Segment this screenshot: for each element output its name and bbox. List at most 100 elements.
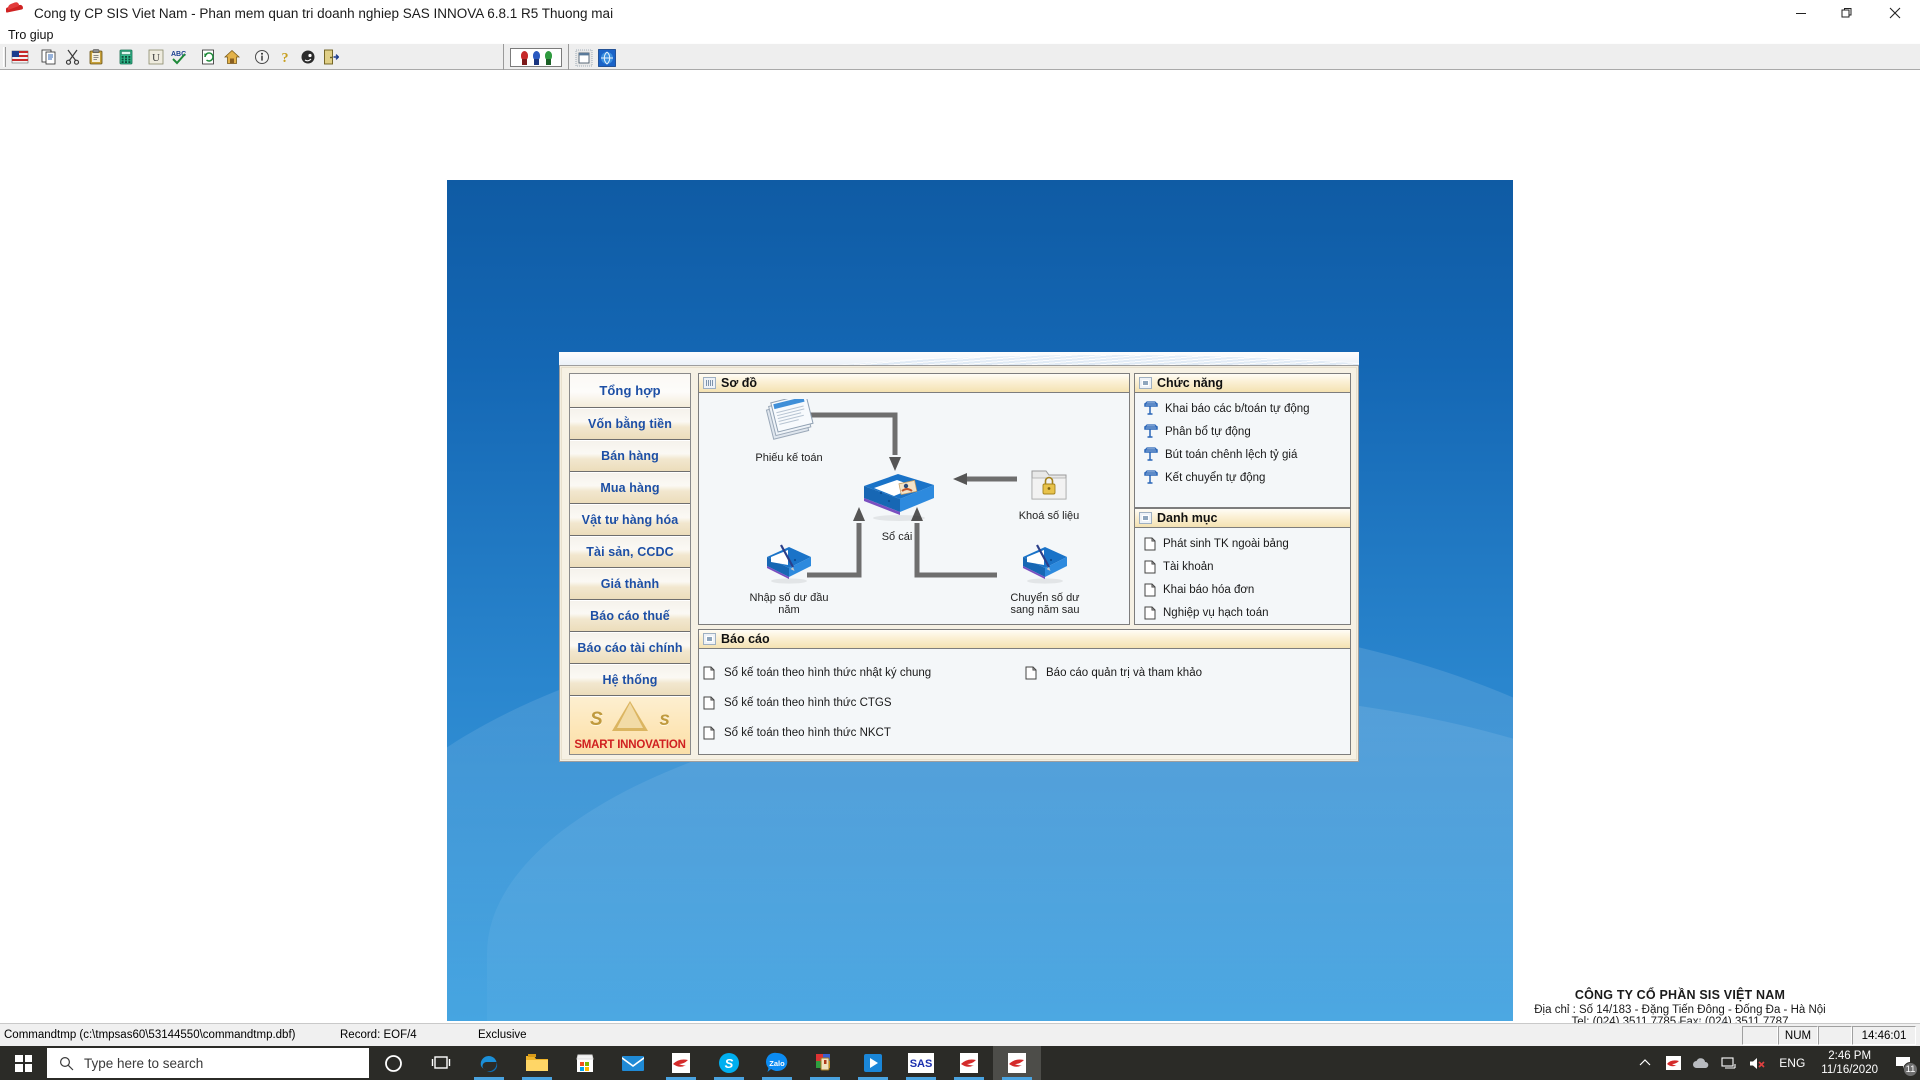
refresh-page-icon[interactable] [198,46,219,67]
task-view-button[interactable] [417,1046,465,1080]
three-bulbs-icon[interactable] [510,48,562,67]
taskbar-file-explorer[interactable] [513,1046,561,1080]
close-button[interactable] [1870,0,1920,26]
status-bar: Commandtmp (c:\tmpsas60\53144550\command… [0,1023,1920,1046]
task-view-icon [431,1056,451,1069]
start-button[interactable] [0,1046,47,1080]
sidebar-item-he-thong[interactable]: Hệ thống [570,664,690,696]
taskbar-edge[interactable] [465,1046,513,1080]
globe-icon[interactable] [596,47,617,68]
sidebar-item-bao-cao-tai-chinh[interactable]: Báo cáo tài chính [570,632,690,664]
taskbar-store[interactable] [561,1046,609,1080]
taskbar-zalo[interactable]: Zalo [753,1046,801,1080]
diagram-panel-header: Sơ đồ [699,374,1129,393]
diagram-node-chuyen-so-du-sang-nam-sau[interactable]: Chuyển số dư sang năm sau [987,541,1103,616]
minimize-button[interactable] [1778,0,1824,26]
taskbar-video-player[interactable] [849,1046,897,1080]
menu-item-help[interactable]: Tro giup [5,28,56,42]
diagram-node-phieu-ke-toan[interactable]: Phiếu kế toán [734,393,844,464]
tray-volume-muted-icon[interactable] [1743,1046,1771,1080]
sidebar-item-vat-tu-hang-hoa[interactable]: Vật tư hàng hóa [570,504,690,536]
sidebar-item-label: Hệ thống [602,673,658,687]
info-circle-icon[interactable] [251,46,272,67]
report-so-ke-toan-ctgs[interactable]: Sổ kế toán theo hình thức CTGS [703,688,931,718]
taskbar-sis-1[interactable] [657,1046,705,1080]
home-icon[interactable] [221,46,242,67]
function-ket-chuyen-tu-dong[interactable]: Kết chuyển tự động [1135,466,1350,489]
taskbar-mail[interactable] [609,1046,657,1080]
tray-clock[interactable]: 2:46 PM 11/16/2020 [1813,1046,1886,1080]
catalog-khai-bao-hoa-don[interactable]: Khai báo hóa đơn [1135,578,1350,601]
cortana-button[interactable] [369,1046,417,1080]
documents-icon [765,393,814,440]
mail-icon [622,1056,644,1071]
taskbar-sis-3[interactable] [993,1046,1041,1080]
calculator-icon[interactable] [115,46,136,67]
module-sidebar: Tổng hợp Vốn bằng tiền Bán hàng Mua hàng… [569,373,691,755]
search-placeholder: Type here to search [84,1055,204,1071]
function-but-toan-chenh-lech-ty-gia[interactable]: Bút toán chênh lệch tỷ giá [1135,443,1350,466]
clipboard-icon[interactable] [85,46,106,67]
diagram-node-so-cai[interactable]: Sổ cái [847,468,947,543]
diagram-node-nhap-so-du-dau-nam[interactable]: Nhập số dư đầu năm [731,541,847,616]
diagram-node-label: Phiếu kế toán [755,452,823,464]
tray-sis-icon[interactable] [1659,1046,1687,1080]
sidebar-item-tong-hop[interactable]: Tổng hợp [570,374,690,408]
copy-icon[interactable] [39,46,60,67]
tray-language-indicator[interactable]: ENG [1771,1056,1813,1070]
function-label: Phân bổ tự động [1165,425,1251,438]
catalog-label: Phát sinh TK ngoài bảng [1163,537,1289,550]
function-phan-bo-tu-dong[interactable]: Phân bổ tự động [1135,420,1350,443]
scissors-icon[interactable] [62,46,83,67]
catalog-label: Nghiệp vụ hạch toán [1163,606,1269,619]
maximize-restore-button[interactable] [1824,0,1870,26]
sidebar-item-von-bang-tien[interactable]: Vốn bằng tiền [570,408,690,440]
function-khai-bao-but-toan-tu-dong[interactable]: Khai báo các b/toán tự động [1135,397,1350,420]
action-center-button[interactable]: 11 [1886,1046,1920,1080]
taskbar-sis-2[interactable] [945,1046,993,1080]
sidebar-item-gia-thanh[interactable]: Giá thành [570,568,690,600]
hammer-icon [1144,424,1158,439]
application-titlebar[interactable]: Cong ty CP SIS Viet Nam - Phan mem quan … [0,0,1920,26]
catalog-tai-khoan[interactable]: Tài khoản [1135,555,1350,578]
tray-chevron-up-icon[interactable] [1631,1046,1659,1080]
catalog-phat-sinh-tk-ngoai-bang[interactable]: Phát sinh TK ngoài bảng [1135,532,1350,555]
letter-u-icon[interactable]: U [145,46,166,67]
report-so-ke-toan-nhat-ky-chung[interactable]: Sổ kế toán theo hình thức nhật ký chung [703,658,931,688]
edge-icon [480,1055,498,1073]
taskbar-sas[interactable]: SAS [897,1046,945,1080]
toolbar-grip[interactable] [3,46,6,67]
sis-bird-icon[interactable] [6,2,28,24]
diagram-node-khoa-so-lieu[interactable]: Khoá số liệu [999,465,1099,522]
sis-bird-icon [1008,1053,1026,1073]
svg-text:U: U [152,52,160,64]
report-bao-cao-quan-tri-tham-khao[interactable]: Báo cáo quản trị và tham khảo [1025,658,1202,688]
report-so-ke-toan-nkct[interactable]: Sổ kế toán theo hình thức NKCT [703,718,931,748]
diagram-header-icon [703,377,716,389]
function-label: Kết chuyển tự động [1165,471,1266,484]
taskbar-winrar[interactable] [801,1046,849,1080]
face-icon[interactable] [297,46,318,67]
catalog-label: Tài khoản [1163,560,1214,573]
tray-cloud-icon[interactable] [1687,1046,1715,1080]
diagram-panel: Sơ đồ Phiếu kế toán Sổ cái Khoá số liệu … [698,373,1130,625]
sidebar-item-bao-cao-thue[interactable]: Báo cáo thuế [570,600,690,632]
windows-logo-icon [15,1054,32,1072]
flag-icon[interactable] [9,46,30,67]
catalog-panel-header: Danh mục [1135,509,1350,528]
taskbar-skype[interactable]: S [705,1046,753,1080]
sidebar-item-mua-hang[interactable]: Mua hàng [570,472,690,504]
abc-check-icon[interactable]: ABC [168,46,189,67]
status-record: Record: EOF/4 [340,1029,417,1041]
tray-network-icon[interactable] [1715,1046,1743,1080]
status-clock: 14:46:01 [1852,1026,1916,1045]
catalog-nghiep-vu-hach-toan[interactable]: Nghiệp vụ hạch toán [1135,601,1350,624]
sidebar-item-tai-san-ccdc[interactable]: Tài sản, CCDC [570,536,690,568]
search-input[interactable]: Type here to search [47,1048,369,1078]
report-label: Sổ kế toán theo hình thức NKCT [724,727,891,739]
sidebar-item-ban-hang[interactable]: Bán hàng [570,440,690,472]
question-mark-icon[interactable]: ? [274,46,295,67]
window-icon[interactable] [573,47,594,68]
door-exit-icon[interactable] [320,46,341,67]
svg-text:?: ? [281,51,288,65]
